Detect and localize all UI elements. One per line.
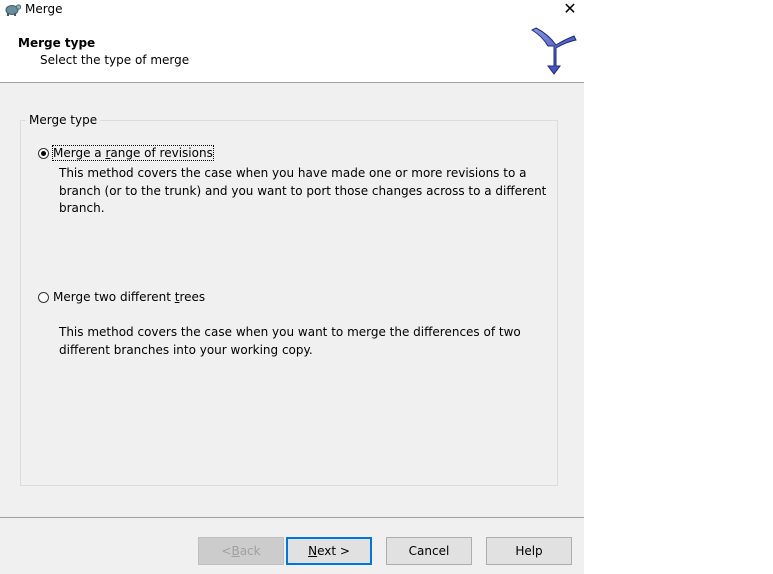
radio-button-checked[interactable] [38,147,49,159]
help-button[interactable]: Help [486,537,572,565]
radio-merge-range[interactable]: Merge a range of revisions [38,145,214,161]
merge-dialog: Merge ✕ Merge type Select the type of me… [0,0,584,574]
window-title: Merge [25,2,63,16]
next-button[interactable]: Next > [286,537,372,565]
merge-trees-description: This method covers the case when you wan… [59,325,521,357]
title-bar: Merge ✕ [0,0,584,20]
footer-divider [0,517,584,518]
cancel-button[interactable]: Cancel [386,537,472,565]
wizard-header: Merge type Select the type of merge [0,20,584,82]
merge-logo-icon [530,27,577,75]
radio-label-merge-trees[interactable]: Merge two different trees [53,290,205,304]
close-icon: ✕ [563,0,577,18]
radio-label-merge-range[interactable]: Merge a range of revisions [52,145,214,161]
merge-range-description: This method covers the case when you hav… [59,166,547,215]
close-button[interactable]: ✕ [562,0,578,18]
page-subtitle: Select the type of merge [40,53,190,67]
tortoise-icon [5,4,22,16]
back-button[interactable]: < Back [198,537,284,565]
radio-merge-trees[interactable]: Merge two different trees [38,290,205,304]
group-label: Merge type [26,113,101,127]
dialog-body: Merge type Merge a range of revisions Th… [0,83,584,574]
page-title: Merge type [18,36,96,50]
radio-button-unchecked[interactable] [38,291,49,303]
